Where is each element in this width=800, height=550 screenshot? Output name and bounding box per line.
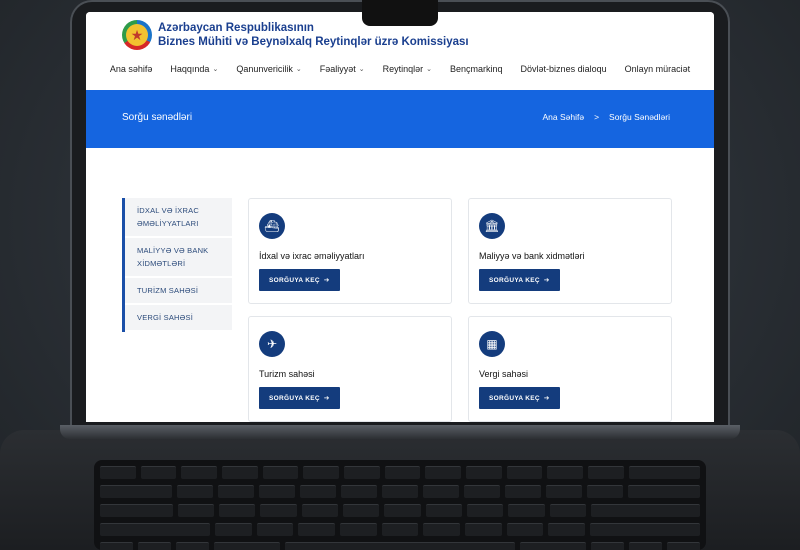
main-content: İDXAL VƏ İXRAC ƏMƏLİYYATLARI MALİYYƏ VƏ … [86,148,714,422]
nav-label: Bençmarkinq [450,64,503,74]
breadcrumb-home[interactable]: Ana Səhifə [542,112,584,122]
laptop-screen: Azərbaycan Respublikasının Biznes Mühiti… [86,12,714,422]
sidebar-item-tourism[interactable]: TURİZM SAHƏSİ [125,278,232,305]
nav-item-activity[interactable]: Fəaliyyət ⌄ [311,64,374,74]
sidebar-item-import-export[interactable]: İDXAL VƏ İXRAC ƏMƏLİYYATLARI [125,198,232,238]
arrow-right-icon: ➔ [543,395,550,402]
nav-label: Haqqında [170,64,210,74]
breadcrumb-current: Sorğu Sənədləri [609,112,670,122]
card-title: Vergi sahəsi [479,369,529,379]
chevron-down-icon: ⌄ [295,66,302,73]
nav-item-legislation[interactable]: Qanunvericilik ⌄ [227,64,310,74]
go-to-survey-button[interactable]: SORĞUYA KEÇ ➔ [479,269,560,291]
main-nav: Ana səhifə Haqqında ⌄ Qanunvericilik ⌄ Fəa… [86,64,714,74]
card-import-export: ⛴ İdxal və ixrac əməliyyatları SORĞUYA K… [248,198,452,304]
laptop-hinge [60,425,740,439]
ship-icon: ⛴ [259,213,285,239]
sidebar-item-tax[interactable]: VERGİ SAHƏSİ [125,305,232,332]
nav-label: Fəaliyyət [319,64,356,74]
sidebar-item-finance-banking[interactable]: MALİYYƏ VƏ BANK XİDMƏTLƏRİ [125,238,232,278]
bank-icon: 🏛 [479,213,505,239]
card-tourism: ✈ Turizm sahəsi SORĞUYA KEÇ ➔ [248,316,452,422]
nav-item-about[interactable]: Haqqında ⌄ [161,64,227,74]
airplane-icon: ✈ [259,331,285,357]
chevron-down-icon: ⌄ [358,66,365,73]
nav-label: Dövlət-biznes dialoqu [520,64,607,74]
sidebar: İDXAL VƏ İXRAC ƏMƏLİYYATLARI MALİYYƏ VƏ … [122,198,232,332]
state-emblem-icon [122,20,152,50]
arrow-right-icon: ➔ [543,277,550,284]
go-to-survey-button[interactable]: SORĞUYA KEÇ ➔ [479,387,560,409]
survey-cards: ⛴ İdxal və ixrac əməliyyatları SORĞUYA K… [248,198,672,422]
button-label: SORĞUYA KEÇ [489,394,540,402]
card-tax: ▦ Vergi sahəsi SORĞUYA KEÇ ➔ [468,316,672,422]
page-banner: Sorğu sənədləri Ana Səhifə > Sorğu Sənəd… [86,90,714,148]
calculator-icon: ▦ [479,331,505,357]
page-title: Sorğu sənədləri [122,112,193,123]
nav-item-ratings[interactable]: Reytinqlər ⌄ [374,64,441,74]
card-finance-banking: 🏛 Maliyyə və bank xidmətləri SORĞUYA KEÇ… [468,198,672,304]
breadcrumb-separator: > [594,112,600,122]
breadcrumb: Ana Səhifə > Sorğu Sənədləri [542,112,670,122]
button-label: SORĞUYA KEÇ [269,394,320,402]
arrow-right-icon: ➔ [323,395,330,402]
button-label: SORĞUYA KEÇ [489,276,540,284]
nav-label: Ana səhifə [109,64,153,74]
org-line-2: Biznes Mühiti və Beynəlxalq Reytinqlər ü… [158,36,469,48]
card-title: Turizm sahəsi [259,369,315,379]
chevron-down-icon: ⌄ [426,66,433,73]
card-title: İdxal və ixrac əməliyyatları [259,251,365,261]
camera-notch [362,0,438,26]
button-label: SORĞUYA KEÇ [269,276,320,284]
nav-item-home[interactable]: Ana səhifə [101,64,162,74]
nav-item-dialogue[interactable]: Dövlət-biznes dialoqu [512,64,616,74]
keyboard [94,460,706,550]
nav-item-online-appeal[interactable]: Onlayn müraciət [616,64,700,74]
nav-label: Reytinqlər [382,64,424,74]
nav-item-benchmarking[interactable]: Bençmarkinq [441,64,512,74]
chevron-down-icon: ⌄ [212,66,219,73]
card-title: Maliyyə və bank xidmətləri [479,251,585,261]
go-to-survey-button[interactable]: SORĞUYA KEÇ ➔ [259,387,340,409]
go-to-survey-button[interactable]: SORĞUYA KEÇ ➔ [259,269,340,291]
nav-label: Onlayn müraciət [624,64,691,74]
arrow-right-icon: ➔ [323,277,330,284]
nav-label: Qanunvericilik [236,64,293,74]
